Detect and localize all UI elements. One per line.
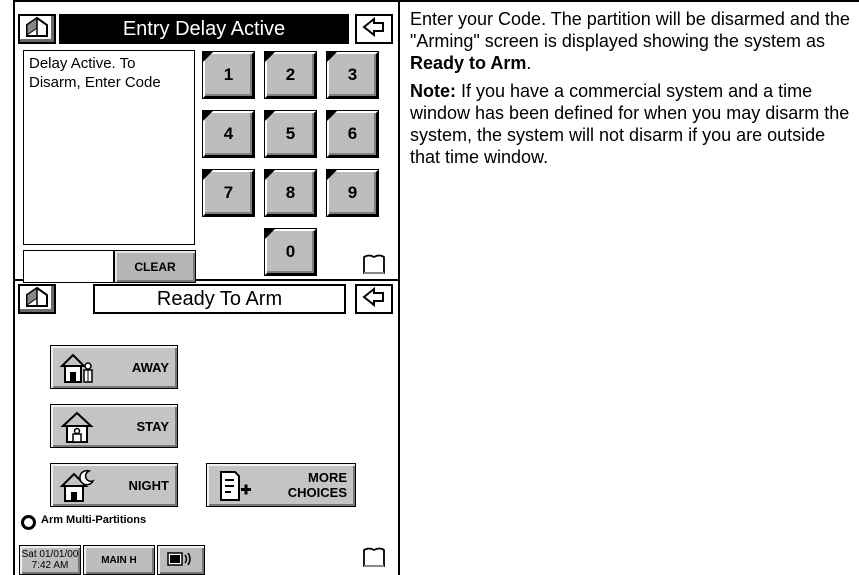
- key-5[interactable]: 5: [264, 110, 317, 158]
- home-button[interactable]: [18, 14, 56, 44]
- note-text: If you have a commercial system and a ti…: [410, 81, 850, 167]
- page-title: Entry Delay Active: [59, 14, 349, 44]
- home-button-2[interactable]: [18, 284, 56, 314]
- key-9[interactable]: 9: [326, 169, 379, 217]
- night-button[interactable]: NIGHT: [50, 463, 178, 507]
- speaker-icon: [166, 550, 196, 571]
- back-arrow-icon: [362, 16, 386, 42]
- ready-to-arm-screen: Ready To Arm AWAY STAY NIGHT MORE CHOICE…: [17, 283, 396, 575]
- code-entry-field[interactable]: [23, 250, 114, 283]
- table-left-border: [13, 0, 15, 575]
- main-label: MAIN H: [101, 554, 137, 566]
- speaker-button[interactable]: [157, 545, 205, 575]
- more-choices-line1: MORE: [308, 470, 347, 485]
- house-icon: [24, 286, 50, 313]
- stay-house-icon: [59, 409, 95, 445]
- stay-button[interactable]: STAY: [50, 404, 178, 448]
- table-top-border: [13, 0, 859, 2]
- more-choices-line2: CHOICES: [287, 485, 347, 500]
- key-8[interactable]: 8: [264, 169, 317, 217]
- key-1[interactable]: 1: [202, 51, 255, 99]
- more-choices-button[interactable]: MORE CHOICES: [206, 463, 356, 507]
- clear-button[interactable]: CLEAR: [114, 250, 196, 283]
- back-button-2[interactable]: [355, 284, 393, 314]
- panic-button-2[interactable]: [357, 547, 391, 573]
- instruction-bold: Ready to Arm: [410, 53, 527, 73]
- time-text: 7:42 AM: [31, 560, 69, 571]
- away-label: AWAY: [131, 359, 169, 375]
- main-button[interactable]: MAIN H: [83, 545, 155, 575]
- key-0[interactable]: 0: [264, 228, 317, 276]
- night-house-icon: [59, 468, 95, 504]
- away-house-icon: [59, 350, 95, 386]
- status-message: Delay Active. To Disarm, Enter Code: [23, 50, 195, 245]
- key-2[interactable]: 2: [264, 51, 317, 99]
- house-icon: [24, 16, 50, 43]
- table-column-divider: [398, 0, 400, 575]
- multi-partition-label: Arm Multi-Partitions: [41, 514, 147, 526]
- date-time-button[interactable]: Sat 01/01/00 7:42 AM: [19, 545, 81, 575]
- key-4[interactable]: 4: [202, 110, 255, 158]
- arm-page-title-text: Ready To Arm: [156, 287, 283, 310]
- more-choices-icon: [217, 468, 253, 504]
- instruction-end: .: [526, 53, 532, 73]
- instruction-text: Enter your Code. The partition will be d…: [410, 9, 850, 51]
- back-button[interactable]: [355, 14, 393, 44]
- night-label: NIGHT: [128, 477, 169, 493]
- instruction-paragraph: Enter your Code. The partition will be d…: [410, 8, 850, 74]
- instructions-column: Enter your Code. The partition will be d…: [410, 8, 850, 174]
- key-3[interactable]: 3: [326, 51, 379, 99]
- more-choices-label: MORE CHOICES: [288, 464, 347, 506]
- multi-partition-radio[interactable]: [21, 515, 36, 530]
- panic-button[interactable]: [357, 254, 391, 280]
- back-arrow-icon: [362, 286, 386, 312]
- stay-label: STAY: [136, 418, 169, 434]
- entry-delay-screen: Entry Delay Active Delay Active. To Disa…: [17, 13, 396, 283]
- shield-icon: [360, 546, 388, 575]
- note-label: Note:: [410, 81, 456, 101]
- away-button[interactable]: AWAY: [50, 345, 178, 389]
- date-text: Sat 01/01/00: [21, 549, 79, 560]
- status-message-text: Delay Active. To Disarm, Enter Code: [29, 55, 161, 91]
- clear-button-label: CLEAR: [134, 259, 176, 274]
- key-7[interactable]: 7: [202, 169, 255, 217]
- note-paragraph: Note: If you have a commercial system an…: [410, 80, 850, 168]
- shield-icon: [360, 253, 388, 282]
- key-6[interactable]: 6: [326, 110, 379, 158]
- arm-page-title: Ready To Arm: [93, 284, 346, 314]
- page-title-text: Entry Delay Active: [122, 17, 286, 40]
